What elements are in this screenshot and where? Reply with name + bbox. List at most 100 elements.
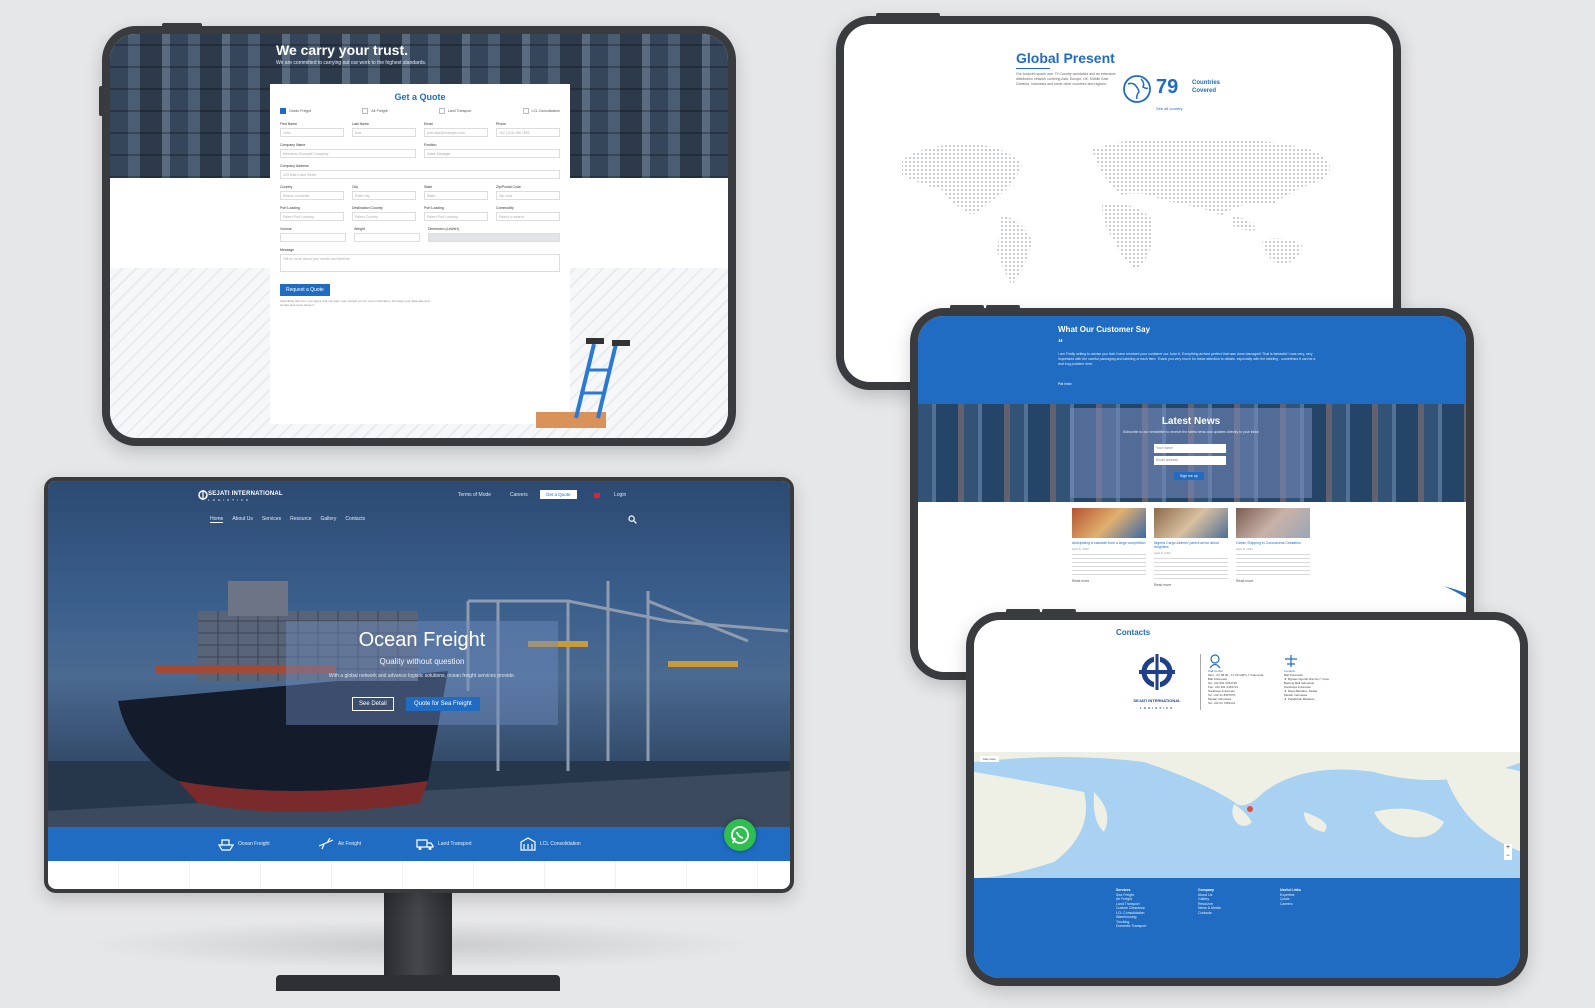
position-field: Position Sales Manager bbox=[424, 143, 560, 158]
login-link[interactable]: Login bbox=[614, 492, 626, 498]
first-name-input[interactable]: John bbox=[280, 128, 344, 137]
service-bar: Ocean Freight Air Freight Land Transport… bbox=[48, 827, 790, 861]
option-land[interactable]: Land Transport bbox=[438, 108, 471, 114]
search-icon[interactable] bbox=[628, 515, 637, 524]
testimonial-author: Pat Irwin bbox=[1058, 382, 1072, 386]
state-input[interactable]: State bbox=[424, 191, 488, 200]
email-field: Email john.doe@example.com bbox=[424, 122, 488, 137]
company-name-input[interactable]: Mechanic Example Company bbox=[280, 149, 416, 158]
phone-input[interactable]: +62 (123) 456 7890 bbox=[496, 128, 560, 137]
article-title[interactable]: Nigeria Cargo Airlines' parent arrive ab… bbox=[1154, 541, 1228, 549]
position-input[interactable]: Sales Manager bbox=[424, 149, 560, 158]
quote-sea-freight-button[interactable]: Quote for Sea Freight bbox=[406, 697, 480, 711]
get-quote-button[interactable]: Get a Quote bbox=[540, 490, 577, 499]
company-address-input[interactable]: 123 Main Lane Street bbox=[280, 170, 560, 179]
see-all-countries-link[interactable]: See all country bbox=[1156, 106, 1182, 111]
news-subtitle: Subscribe to our newsletter to receive t… bbox=[1122, 430, 1260, 434]
port-loading-field: Port Loading Select Port Loading bbox=[280, 206, 344, 221]
company-address-field: Company Address 123 Main Lane Street bbox=[280, 164, 560, 179]
article-date: April 8, 2022 bbox=[1072, 547, 1089, 551]
testimonial-title: What Our Customer Say bbox=[1058, 325, 1151, 334]
hero-overlay: Ocean Freight Quality without question W… bbox=[286, 621, 558, 725]
checkbox[interactable] bbox=[280, 108, 286, 114]
brand-logo-icon[interactable] bbox=[198, 490, 208, 500]
monitor-home-page: SEJATI INTERNATIONAL LOGISTICS Terms of … bbox=[44, 477, 794, 893]
company-name-field: Company Name Mechanic Example Company bbox=[280, 143, 416, 158]
location-column: Location Bali Indonesia Jl. Bypass Ngura… bbox=[1284, 654, 1350, 701]
option-lcl[interactable]: LCL Consolidation bbox=[522, 108, 560, 114]
email-input[interactable]: Email address bbox=[1154, 456, 1226, 465]
contacts-title: Contacts bbox=[1116, 628, 1151, 637]
hand-trolley-icon bbox=[536, 338, 630, 428]
map-label[interactable]: Map data bbox=[980, 756, 999, 762]
name-input[interactable]: Your name bbox=[1154, 444, 1226, 453]
country-input[interactable]: Search countries bbox=[280, 191, 344, 200]
globe-icon bbox=[1123, 75, 1151, 103]
service-options: Ocean Freight Air Freight Land Transport… bbox=[280, 108, 560, 114]
port-loading-2-field: Port Loading Select Port Loading bbox=[424, 206, 488, 221]
contacts-screen: Contacts SEJATI INTERNATIONAL LOGISTICS … bbox=[974, 620, 1520, 978]
news-article[interactable]: Ocean Shipping in Coronavirus Cessation … bbox=[1236, 508, 1310, 587]
dimension-input[interactable] bbox=[428, 233, 560, 242]
nav-services[interactable]: Services bbox=[262, 516, 281, 523]
request-quote-button[interactable]: Request a Quote bbox=[280, 284, 330, 296]
checkbox[interactable] bbox=[362, 108, 369, 114]
volume-input[interactable] bbox=[280, 233, 346, 242]
zoom-controls[interactable]: + − bbox=[1504, 844, 1512, 860]
nav-resource[interactable]: Resource bbox=[290, 516, 311, 523]
read-more-link[interactable]: Read more bbox=[1236, 579, 1310, 583]
google-map[interactable]: Map data + − bbox=[974, 752, 1520, 878]
nav-home[interactable]: Home bbox=[210, 516, 224, 523]
language-flag-icon[interactable] bbox=[594, 493, 600, 498]
service-air[interactable]: Air Freight bbox=[318, 837, 361, 851]
article-thumbnail[interactable] bbox=[1072, 508, 1146, 538]
nav-contacts[interactable]: Contacts bbox=[345, 516, 365, 523]
brand-name[interactable]: SEJATI INTERNATIONAL bbox=[208, 491, 283, 497]
call-center-column: Call Center Mon - Fri 08.00 - 17.00 GMT+… bbox=[1208, 654, 1274, 705]
volume-field: Volume bbox=[280, 227, 346, 242]
news-article[interactable]: Nigeria Cargo Airlines' parent arrive ab… bbox=[1154, 508, 1228, 587]
option-air[interactable]: Air Freight bbox=[362, 108, 388, 114]
article-thumbnail[interactable] bbox=[1236, 508, 1310, 538]
service-ocean[interactable]: Ocean Freight bbox=[218, 837, 270, 851]
service-lcl[interactable]: LCL Consolidation bbox=[520, 837, 581, 851]
nav-gallery[interactable]: Gallery bbox=[321, 516, 337, 523]
port-loading-2-select[interactable]: Select Port Loading bbox=[424, 212, 488, 221]
nav-about[interactable]: About Us bbox=[232, 516, 253, 523]
map-land-shapes bbox=[974, 752, 1520, 878]
main-nav: Home About Us Services Resource Gallery … bbox=[210, 516, 365, 523]
message-field: Message Tell us more about your needs and… bbox=[280, 248, 560, 272]
article-title[interactable]: Ocean Shipping in Coronavirus Cessation bbox=[1236, 541, 1310, 545]
dimension-field: Dimension (LxWxH) bbox=[428, 227, 560, 242]
service-land[interactable]: Land Transport bbox=[416, 837, 472, 851]
whatsapp-button[interactable] bbox=[724, 819, 756, 851]
article-title[interactable]: Anticipating a cascade from a large comp… bbox=[1072, 541, 1146, 545]
footer-services: Services Sea Freight Air Freight Land Tr… bbox=[1116, 888, 1147, 928]
signup-button[interactable]: Sign me up bbox=[1174, 472, 1204, 480]
hero-subtitle: We are committed to carrying out our wor… bbox=[276, 60, 427, 66]
message-textarea[interactable]: Tell us more about your needs and timeli… bbox=[280, 254, 560, 272]
destination-country-select[interactable]: Select Country bbox=[352, 212, 416, 221]
util-link-careers[interactable]: Careers bbox=[510, 492, 528, 498]
option-ocean[interactable]: Ocean Freight bbox=[280, 108, 311, 114]
country-field: Country Search countries bbox=[280, 185, 344, 200]
port-loading-select[interactable]: Select Port Loading bbox=[280, 212, 344, 221]
util-link-terms[interactable]: Terms of Mode bbox=[458, 492, 491, 498]
read-more-link[interactable]: Read more bbox=[1072, 579, 1146, 583]
checkbox[interactable] bbox=[438, 108, 445, 114]
email-input[interactable]: john.doe@example.com bbox=[424, 128, 488, 137]
quote-form-card: Get a Quote Ocean Freight Air Freight La… bbox=[270, 84, 570, 424]
last-name-input[interactable]: Doe bbox=[352, 128, 416, 137]
container-icon bbox=[520, 837, 536, 851]
weight-input[interactable] bbox=[354, 233, 420, 242]
see-detail-button[interactable]: See Detail bbox=[352, 697, 394, 711]
commodity-input[interactable]: Select or search bbox=[496, 212, 560, 221]
brand-sub: LOGISTICS bbox=[208, 498, 252, 502]
zip-input[interactable]: Zip code bbox=[496, 191, 560, 200]
checkbox[interactable] bbox=[522, 108, 529, 114]
city-input[interactable]: Enter city bbox=[352, 191, 416, 200]
news-article[interactable]: Anticipating a cascade from a large comp… bbox=[1072, 508, 1146, 587]
read-more-link[interactable]: Read more bbox=[1154, 583, 1228, 587]
dotted-world-map bbox=[902, 138, 1330, 285]
article-thumbnail[interactable] bbox=[1154, 508, 1228, 538]
